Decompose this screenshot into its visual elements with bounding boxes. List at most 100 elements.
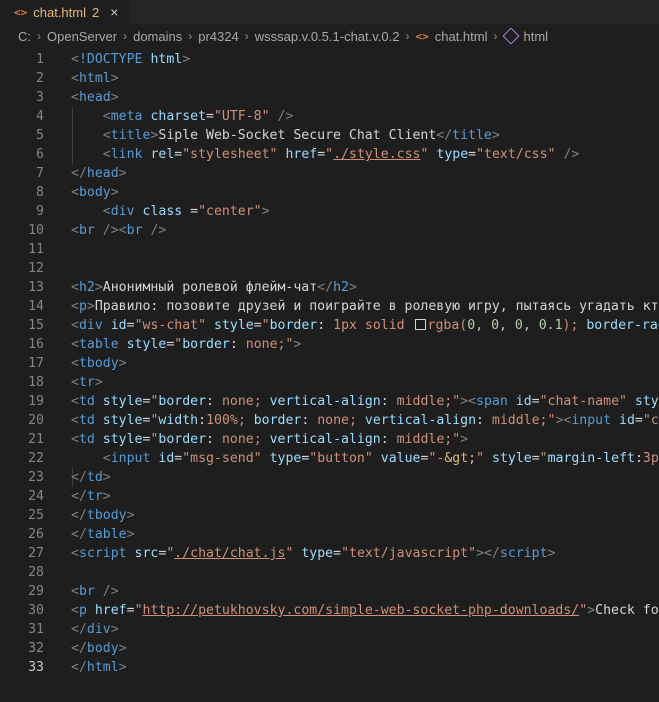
code-text[interactable]: <title>Siple Web-Socket Secure Chat Clie… — [71, 126, 500, 145]
close-icon[interactable]: × — [110, 4, 118, 20]
code-text[interactable]: <head> — [71, 88, 119, 107]
code-line[interactable]: 4 <meta charset="UTF-8" /> — [0, 107, 659, 126]
code-text[interactable]: </div> — [71, 620, 119, 639]
breadcrumb-item[interactable]: domains — [133, 29, 182, 44]
line-number: 6 — [36, 147, 44, 162]
code-text[interactable]: <td style="border: none; vertical-align:… — [71, 430, 468, 449]
code-text[interactable]: <tr> — [71, 373, 103, 392]
line-number: 7 — [36, 166, 44, 181]
code-text[interactable]: </head> — [71, 164, 127, 183]
code-text[interactable]: <div class ="center"> — [71, 202, 270, 221]
code-line[interactable]: 13 <h2>Анонимный ролевой флейм-чат</h2> — [0, 278, 659, 297]
code-line[interactable]: 6 <link rel="stylesheet" href="./style.c… — [0, 145, 659, 164]
code-line[interactable]: 12 — [0, 259, 659, 278]
code-line[interactable]: 2 <html> — [0, 69, 659, 88]
breadcrumb-item[interactable]: wsssap.v.0.5.1-chat.v.0.2 — [255, 29, 400, 44]
code-text[interactable]: <input id="msg-send" type="button" value… — [71, 449, 659, 468]
line-number: 26 — [28, 527, 44, 542]
code-text[interactable]: <br /> — [71, 582, 119, 601]
breadcrumb-item[interactable]: C: — [18, 29, 31, 44]
html-file-icon: <> — [415, 29, 429, 43]
code-line[interactable]: 26 </table> — [0, 525, 659, 544]
code-line[interactable]: 31 </div> — [0, 620, 659, 639]
line-number: 8 — [36, 185, 44, 200]
line-number: 11 — [28, 242, 44, 257]
code-line[interactable]: 3 <head> — [0, 88, 659, 107]
code-text[interactable]: <br /><br /> — [71, 221, 166, 240]
code-line[interactable]: 7 </head> — [0, 164, 659, 183]
code-line[interactable]: 29 <br /> — [0, 582, 659, 601]
code-line[interactable]: 14 <p>Правило: позовите друзей и поиграйт… — [0, 297, 659, 316]
line-number: 18 — [28, 375, 44, 390]
code-line[interactable]: 16 <table style="border: none;"> — [0, 335, 659, 354]
code-line[interactable]: 1 <!DOCTYPE html> — [0, 50, 659, 69]
line-number: 2 — [36, 71, 44, 86]
code-text[interactable]: <div id="ws-chat" style="border: 1px sol… — [71, 316, 659, 335]
code-line[interactable]: 19 <td style="border: none; vertical-alig… — [0, 392, 659, 411]
code-line[interactable]: 9 <div class ="center"> — [0, 202, 659, 221]
code-text[interactable]: </table> — [71, 525, 135, 544]
line-number: 19 — [28, 394, 44, 409]
code-text[interactable]: <p>Правило: позовите друзей и поиграйте … — [71, 297, 659, 316]
code-line[interactable]: 11 — [0, 240, 659, 259]
code-line[interactable]: 20 <td style="width:100%; border: none; v… — [0, 411, 659, 430]
code-text[interactable]: <td style="width:100%; border: none; ver… — [71, 411, 659, 430]
code-line[interactable]: 10 <br /><br /> — [0, 221, 659, 240]
breadcrumb-item[interactable]: OpenServer — [47, 29, 117, 44]
code-text[interactable]: <html> — [71, 69, 119, 88]
line-number: 20 — [28, 413, 44, 428]
code-text[interactable]: </tbody> — [71, 506, 135, 525]
line-number: 32 — [28, 641, 44, 656]
code-line[interactable]: 28 — [0, 563, 659, 582]
code-line[interactable]: 32 </body> — [0, 639, 659, 658]
code-line[interactable]: 27 <script src="./chat/chat.js" type="tex… — [0, 544, 659, 563]
code-text[interactable]: <body> — [71, 183, 119, 202]
code-text[interactable]: <link rel="stylesheet" href="./style.css… — [71, 145, 580, 164]
code-text[interactable]: <meta charset="UTF-8" /> — [71, 107, 294, 126]
code-text[interactable]: </td> — [71, 468, 111, 487]
code-line[interactable]: 22 <input id="msg-send" type="button" va… — [0, 449, 659, 468]
code-line[interactable]: 21 <td style="border: none; vertical-alig… — [0, 430, 659, 449]
line-number: 15 — [28, 318, 44, 333]
line-number: 1 — [36, 52, 44, 67]
chevron-right-icon: › — [244, 29, 249, 43]
tab-chat-html[interactable]: <> chat.html 2 × — [0, 0, 130, 24]
code-text[interactable]: </body> — [71, 639, 127, 658]
code-text[interactable]: <p href="http://petukhovsky.com/simple-w… — [71, 601, 659, 620]
code-line[interactable]: 15 <div id="ws-chat" style="border: 1px s… — [0, 316, 659, 335]
line-number: 30 — [28, 603, 44, 618]
code-text[interactable]: </html> — [71, 658, 127, 677]
code-text[interactable]: </tr> — [71, 487, 111, 506]
code-text[interactable]: <!DOCTYPE html> — [71, 50, 190, 69]
chevron-right-icon: › — [493, 29, 498, 43]
line-number: 14 — [28, 299, 44, 314]
code-line[interactable]: 24 </tr> — [0, 487, 659, 506]
tab-label: chat.html — [33, 4, 86, 20]
code-text[interactable]: <h2>Анонимный ролевой флейм-чат</h2> — [71, 278, 357, 297]
code-text[interactable]: <td style="border: none; vertical-align:… — [71, 392, 659, 411]
code-line[interactable]: 30 <p href="http://petukhovsky.com/simple… — [0, 601, 659, 620]
line-number: 33 — [28, 660, 44, 675]
breadcrumb-item[interactable]: chat.html — [435, 29, 488, 44]
code-text[interactable]: <script src="./chat/chat.js" type="text/… — [71, 544, 555, 563]
code-text[interactable]: <tbody> — [71, 354, 127, 373]
code-editor[interactable]: 1 <!DOCTYPE html> 2 <html> 3 <head> 4 <meta ch… — [0, 50, 659, 702]
line-number: 22 — [28, 451, 44, 466]
line-number: 21 — [28, 432, 44, 447]
code-line[interactable]: 18 <tr> — [0, 373, 659, 392]
line-number: 29 — [28, 584, 44, 599]
line-number: 17 — [28, 356, 44, 371]
code-text[interactable]: <table style="border: none;"> — [71, 335, 301, 354]
breadcrumb-item[interactable]: pr4324 — [198, 29, 238, 44]
breadcrumb: C: › OpenServer › domains › pr4324 › wsssap.v.0.… — [0, 24, 659, 48]
line-number: 13 — [28, 280, 44, 295]
code-line[interactable]: 5 <title>Siple Web-Socket Secure Chat Cl… — [0, 126, 659, 145]
code-line[interactable]: 8 <body> — [0, 183, 659, 202]
code-line[interactable]: 33 </html> — [0, 658, 659, 677]
line-number: 12 — [28, 261, 44, 276]
code-line[interactable]: 23 </td> — [0, 468, 659, 487]
code-line[interactable]: 25 </tbody> — [0, 506, 659, 525]
breadcrumb-item[interactable]: html — [523, 29, 548, 44]
code-line[interactable]: 17 <tbody> — [0, 354, 659, 373]
chevron-right-icon: › — [37, 29, 41, 43]
